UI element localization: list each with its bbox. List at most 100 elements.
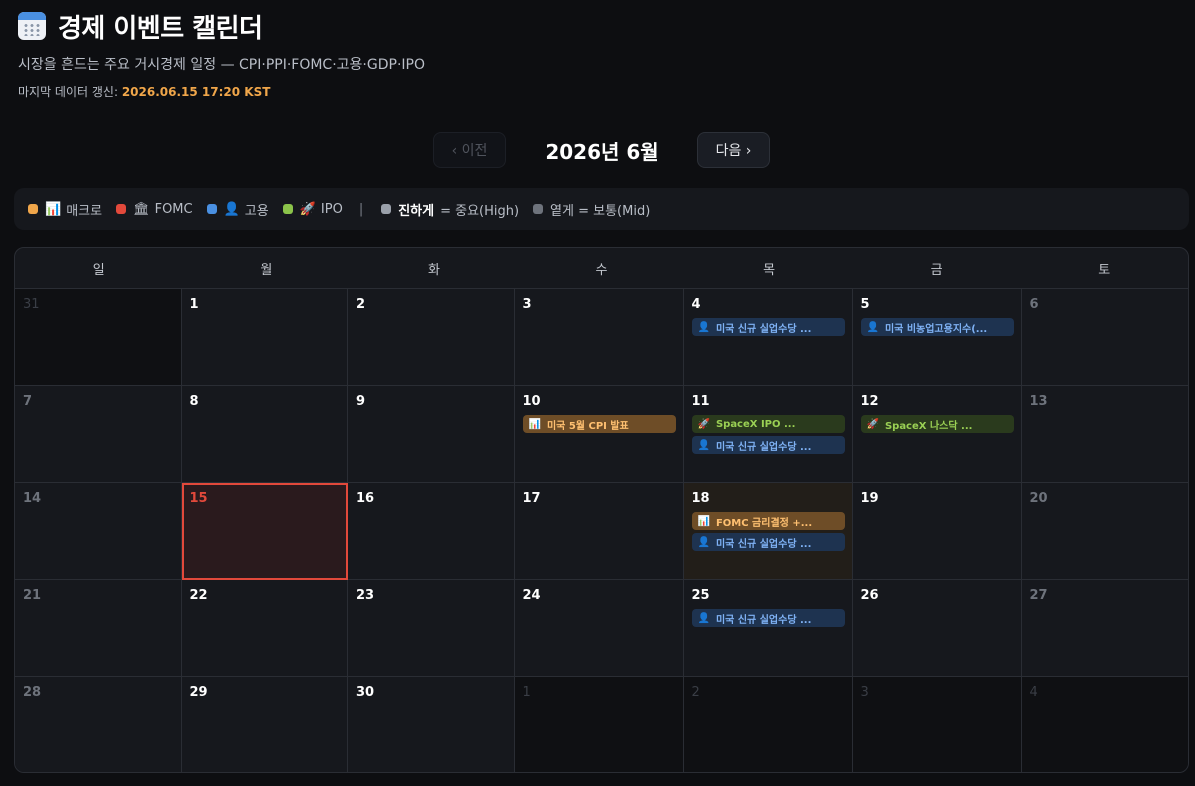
day-number: 5 xyxy=(860,297,870,312)
day-cell[interactable]: 25 👤 미국 신규 실업수당 ... xyxy=(683,580,853,677)
page-subtitle: 시장을 흔드는 주요 거시경제 일정 — CPI·PPI·FOMC·고용·GDP… xyxy=(18,57,425,73)
weekday-label: 목 xyxy=(763,262,776,278)
day-cell[interactable]: 19 xyxy=(852,483,1022,580)
day-cell[interactable]: 10 📊 미국 5월 CPI 발표 xyxy=(514,386,684,483)
day-number: 28 xyxy=(23,685,42,700)
event-title: 미국 신규 실업수당 ... xyxy=(715,538,812,550)
legend-separator-text: | xyxy=(358,201,364,217)
day-cell[interactable]: 20 xyxy=(1021,483,1188,580)
day-cell[interactable]: 17 xyxy=(514,483,684,580)
event-title: 미국 5월 CPI 발표 xyxy=(546,420,629,432)
event-chip-ipo[interactable]: 🚀 SpaceX 나스닥 ... xyxy=(860,415,1014,433)
month-navigation: ‹ 이전 2026년 6월 다음 › xyxy=(0,132,1195,168)
page-header: 경제 이벤트 캘린더 시장을 흔드는 주요 거시경제 일정 — CPI·PPI·… xyxy=(18,8,425,100)
page-title: 경제 이벤트 캘린더 xyxy=(58,13,263,44)
day-cell[interactable]: 7 xyxy=(15,386,182,483)
day-cell[interactable]: 16 xyxy=(348,483,515,580)
day-cell[interactable]: 2 xyxy=(683,677,853,772)
day-number: 25 xyxy=(691,588,710,603)
day-number: 17 xyxy=(522,491,541,506)
next-month-button[interactable]: 다음 › xyxy=(697,132,770,168)
rocket-icon: 🚀 xyxy=(299,201,316,217)
day-grid: 31 1 2 3 4 👤 미국 신규 실업수당 ... 5 👤 미국 비농업고용지수(... 6 7 8… xyxy=(15,289,1188,772)
day-cell[interactable]: 9 xyxy=(348,386,515,483)
day-number: 11 xyxy=(691,394,710,409)
day-cell[interactable]: 22 xyxy=(181,580,348,677)
day-number: 29 xyxy=(189,685,208,700)
day-cell[interactable]: 31 xyxy=(15,289,182,386)
legend-separator: | xyxy=(357,202,367,217)
person-icon: 👤 xyxy=(223,201,240,217)
day-cell[interactable]: 30 xyxy=(348,677,515,772)
legend-item-employment: 👤 고용 xyxy=(206,200,269,219)
day-number: 22 xyxy=(189,588,208,603)
day-number: 3 xyxy=(860,685,869,700)
legend: 📊 매크로 🏛 FOMC 👤 고용 🚀 IPO | 진하게 = 중요(High)… xyxy=(14,188,1189,230)
day-cell[interactable]: 3 xyxy=(514,289,684,386)
bank-icon: 🏛 xyxy=(133,201,150,217)
last-updated: 마지막 데이터 갱신: 2026.06.15 17:20 KST xyxy=(18,83,425,100)
day-cell[interactable]: 14 xyxy=(15,483,182,580)
day-number: 18 xyxy=(691,491,710,506)
event-title: FOMC 금리결정 +... xyxy=(715,517,813,529)
day-cell[interactable]: 28 xyxy=(15,677,182,772)
title-row: 경제 이벤트 캘린더 xyxy=(18,8,425,44)
day-cell-today[interactable]: 15 xyxy=(181,483,348,580)
day-cell[interactable]: 27 xyxy=(1021,580,1188,677)
event-chip-job[interactable]: 👤 미국 신규 실업수당 ... xyxy=(691,436,845,454)
event-chip-job[interactable]: 👤 미국 신규 실업수당 ... xyxy=(691,533,845,551)
day-cell[interactable]: 2 xyxy=(348,289,515,386)
event-title: 미국 신규 실업수당 ... xyxy=(715,441,812,453)
event-title: SpaceX 나스닥 ... xyxy=(884,420,973,432)
day-cell[interactable]: 21 xyxy=(15,580,182,677)
event-chip-job[interactable]: 👤 미국 신규 실업수당 ... xyxy=(691,609,845,627)
day-cell[interactable]: 4 xyxy=(1021,677,1188,772)
day-cell[interactable]: 3 xyxy=(852,677,1022,772)
weekday-label: 월 xyxy=(260,262,273,278)
event-chip-job[interactable]: 👤 미국 신규 실업수당 ... xyxy=(691,318,845,336)
day-cell[interactable]: 18 📊 FOMC 금리결정 +... 👤 미국 신규 실업수당 ... xyxy=(683,483,853,580)
day-cell[interactable]: 11 🚀 SpaceX IPO ... 👤 미국 신규 실업수당 ... xyxy=(683,386,853,483)
day-number: 24 xyxy=(522,588,541,603)
day-cell[interactable]: 29 xyxy=(181,677,348,772)
legend-label-ipo: IPO xyxy=(320,201,343,217)
prev-month-button[interactable]: ‹ 이전 xyxy=(433,132,506,168)
person-icon: 👤 xyxy=(697,439,710,451)
day-number: 31 xyxy=(23,297,40,312)
day-cell[interactable]: 1 xyxy=(514,677,684,772)
event-chip-macro[interactable]: 📊 미국 5월 CPI 발표 xyxy=(522,415,676,433)
day-cell[interactable]: 24 xyxy=(514,580,684,677)
legend-label-macro: 매크로 xyxy=(66,203,103,219)
day-cell[interactable]: 12 🚀 SpaceX 나스닥 ... xyxy=(852,386,1022,483)
day-cell[interactable]: 5 👤 미국 비농업고용지수(... xyxy=(852,289,1022,386)
day-number: 9 xyxy=(356,394,366,409)
day-cell[interactable]: 26 xyxy=(852,580,1022,677)
person-icon: 👤 xyxy=(697,536,710,548)
legend-label-employment: 고용 xyxy=(244,203,269,219)
day-number: 21 xyxy=(23,588,42,603)
person-icon: 👤 xyxy=(697,612,710,624)
event-chip-macro[interactable]: 📊 FOMC 금리결정 +... xyxy=(691,512,845,530)
last-updated-label: 마지막 데이터 갱신: xyxy=(18,85,118,99)
event-chip-ipo[interactable]: 🚀 SpaceX IPO ... xyxy=(691,415,845,433)
day-cell[interactable]: 8 xyxy=(181,386,348,483)
day-number: 8 xyxy=(189,394,199,409)
legend-dot-ipo xyxy=(282,204,293,214)
event-title: 미국 신규 실업수당 ... xyxy=(715,614,812,626)
last-updated-value: 2026.06.15 17:20 KST xyxy=(121,85,271,99)
day-number: 20 xyxy=(1029,491,1048,506)
event-chip-job[interactable]: 👤 미국 비농업고용지수(... xyxy=(860,318,1014,336)
day-cell[interactable]: 6 xyxy=(1021,289,1188,386)
day-number: 6 xyxy=(1029,297,1039,312)
day-number: 3 xyxy=(522,297,532,312)
day-cell[interactable]: 13 xyxy=(1021,386,1188,483)
legend-strong-label: 진하게 xyxy=(398,203,435,219)
day-cell[interactable]: 23 xyxy=(348,580,515,677)
weekday-label: 수 xyxy=(595,262,608,278)
day-number: 14 xyxy=(23,491,42,506)
legend-item-ipo: 🚀 IPO xyxy=(282,201,343,217)
day-cell[interactable]: 1 xyxy=(181,289,348,386)
day-number: 7 xyxy=(23,394,33,409)
day-cell[interactable]: 4 👤 미국 신규 실업수당 ... xyxy=(683,289,853,386)
day-number: 26 xyxy=(860,588,879,603)
